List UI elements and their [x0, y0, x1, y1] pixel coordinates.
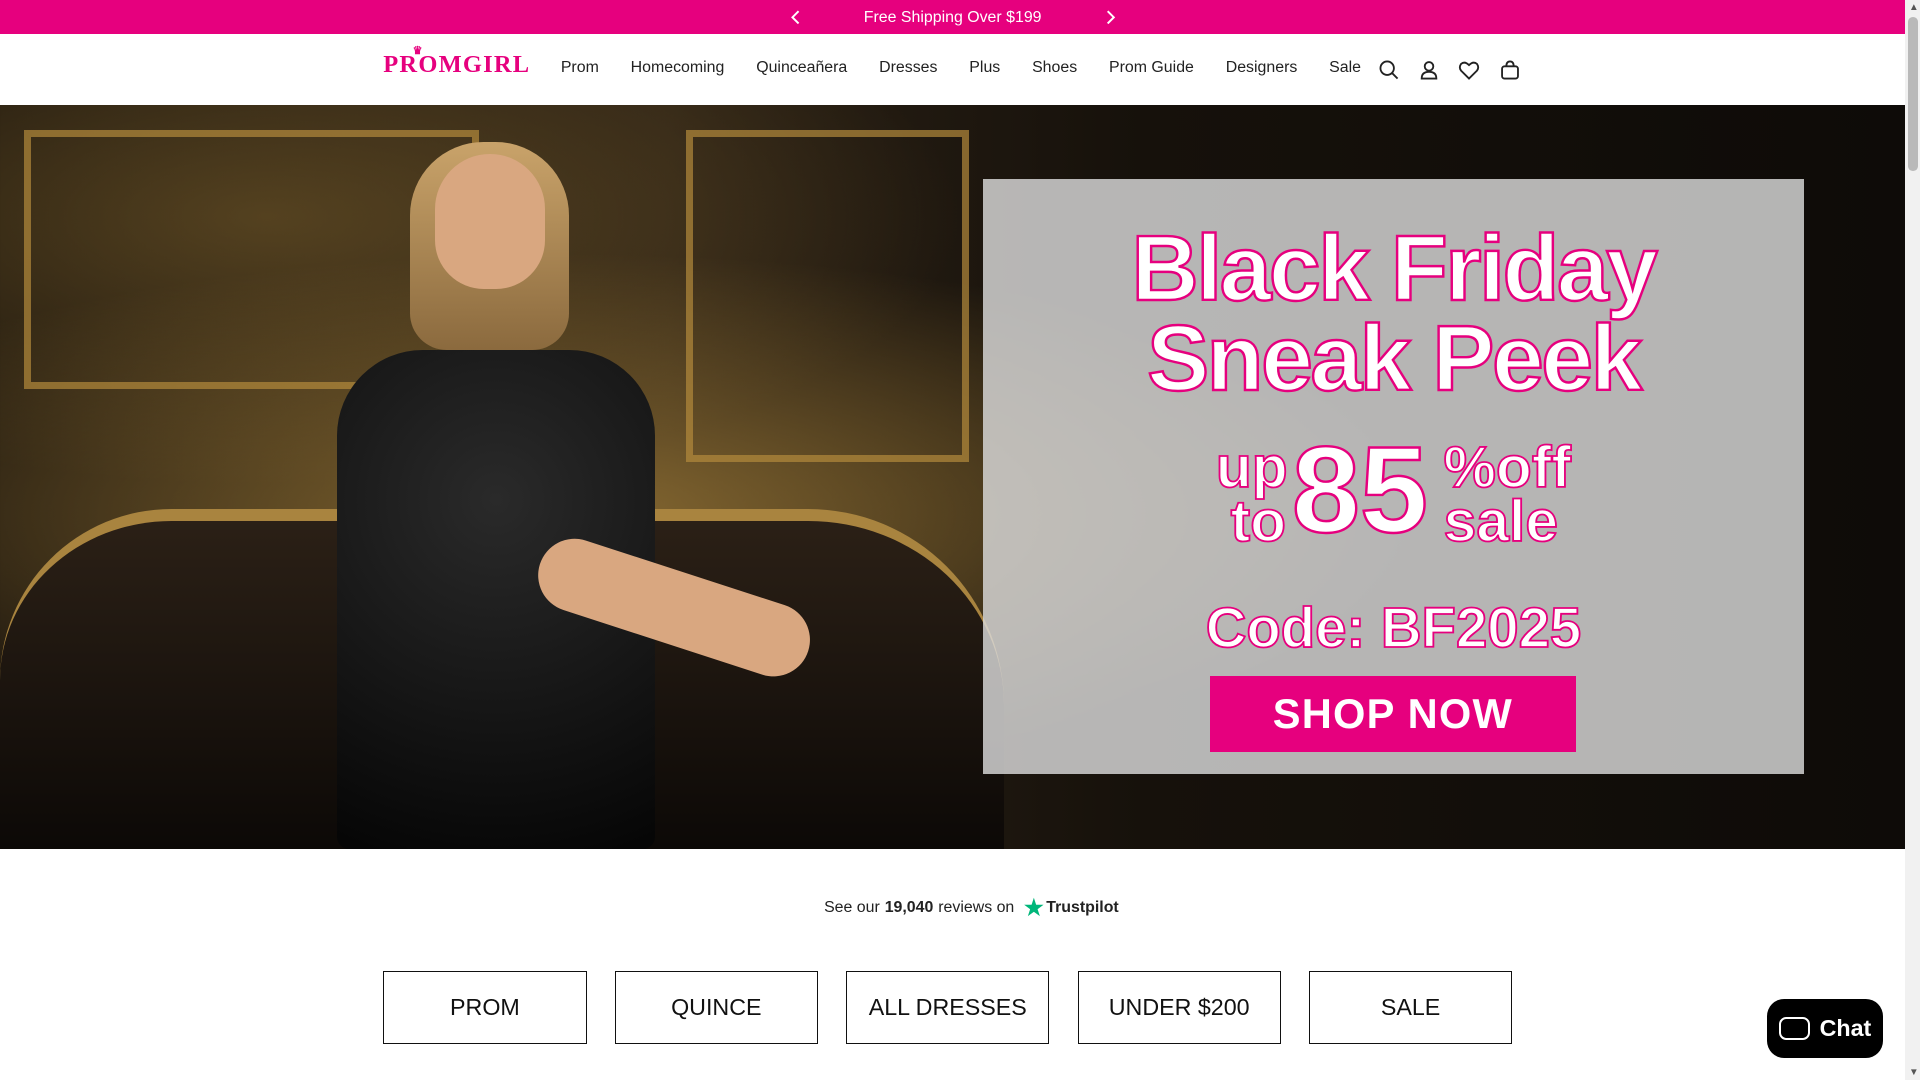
- scroll-up-icon[interactable]: ▲: [1909, 2, 1919, 13]
- trustpilot-suffix: reviews on: [938, 899, 1015, 917]
- category-under-200[interactable]: UNDER $200: [1077, 971, 1281, 1045]
- page-scrollbar[interactable]: ▲ ▼: [1905, 0, 1920, 1080]
- search-icon[interactable]: [1378, 59, 1400, 81]
- trustpilot-prefix: See our: [824, 899, 880, 917]
- trustpilot-logo: ★ Trustpilot: [1024, 895, 1119, 921]
- promo-percent-suffix: %off sale: [1443, 434, 1572, 554]
- page: Free Shipping Over $199 ♛ PROMGIRL Prom …: [0, 0, 1920, 1080]
- nav-item-shoes[interactable]: Shoes: [1032, 59, 1077, 77]
- promo-headline: Black Friday Sneak Peek: [1130, 215, 1659, 411]
- trustpilot-review-count: 19,040: [884, 899, 934, 917]
- nav-item-dresses[interactable]: Dresses: [879, 59, 937, 77]
- nav-item-homecoming[interactable]: Homecoming: [631, 59, 725, 77]
- trustpilot-widget[interactable]: See our 19,040 reviews on ★ Trustpilot: [824, 895, 1119, 921]
- announcement-text: Free Shipping Over $199: [863, 8, 1042, 26]
- chat-bubble-icon: [1778, 1016, 1810, 1041]
- nav-item-plus[interactable]: Plus: [969, 59, 1000, 77]
- nav-item-designers[interactable]: Designers: [1226, 59, 1298, 77]
- account-icon[interactable]: [1418, 59, 1440, 81]
- promo-percent: 85: [1291, 420, 1430, 558]
- chat-button[interactable]: Chat: [1766, 999, 1884, 1058]
- category-quince[interactable]: QUINCE: [614, 971, 818, 1045]
- announcement-bar: Free Shipping Over $199: [0, 0, 1906, 35]
- decor-frame: [685, 129, 970, 463]
- crown-icon: ♛: [412, 45, 424, 58]
- hero-banner[interactable]: Black Friday Sneak Peek up to 85 %off sale…: [0, 105, 1906, 849]
- hero-model-image: [306, 142, 819, 849]
- promo-panel: Black Friday Sneak Peek up to 85 %off sale…: [983, 178, 1804, 774]
- scroll-down-icon[interactable]: ▼: [1909, 1067, 1919, 1078]
- header-icons: [1378, 59, 1521, 81]
- chevron-right-icon[interactable]: [1100, 6, 1122, 28]
- trustpilot-star-icon: ★: [1024, 895, 1044, 921]
- promo-code: Code: BF2025: [1205, 595, 1582, 660]
- chat-label: Chat: [1819, 1015, 1872, 1042]
- category-buttons: PROM QUINCE ALL DRESSES UNDER $200 SALE: [383, 971, 1513, 1045]
- category-sale[interactable]: SALE: [1308, 971, 1513, 1045]
- scrollbar-thumb[interactable]: [1907, 17, 1918, 172]
- nav-item-quinceanera[interactable]: Quinceañera: [756, 59, 847, 77]
- category-prom[interactable]: PROM: [383, 971, 587, 1045]
- shop-now-button[interactable]: SHOP NOW: [1209, 675, 1576, 752]
- cart-icon[interactable]: [1499, 59, 1521, 81]
- main-nav: Prom Homecoming Quinceañera Dresses Plus…: [561, 59, 1393, 77]
- site-header: ♛ PROMGIRL Prom Homecoming Quinceañera D…: [0, 34, 1906, 107]
- logo-text: PROMGIRL: [383, 51, 531, 79]
- nav-item-sale[interactable]: Sale: [1329, 59, 1361, 77]
- promo-up-to: up to: [1215, 434, 1289, 554]
- category-all-dresses[interactable]: ALL DRESSES: [846, 971, 1050, 1045]
- nav-item-prom-guide[interactable]: Prom Guide: [1109, 59, 1194, 77]
- logo[interactable]: ♛ PROMGIRL: [383, 45, 531, 79]
- wishlist-icon[interactable]: [1458, 59, 1480, 81]
- nav-item-prom[interactable]: Prom: [561, 59, 599, 77]
